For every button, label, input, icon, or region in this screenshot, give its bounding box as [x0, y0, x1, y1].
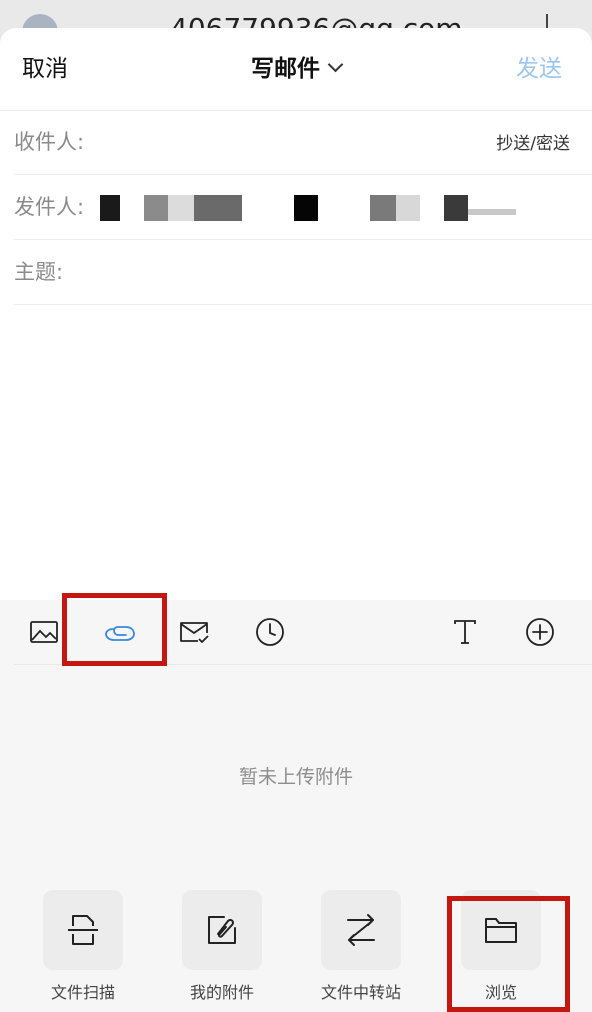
mail-check-icon[interactable] — [178, 616, 210, 648]
subject-label: 主题: — [14, 260, 64, 284]
redacted-block — [396, 195, 420, 221]
compose-header: 取消 写邮件 发送 — [0, 28, 592, 111]
compose-sheet: 取消 写邮件 发送 收件人: 抄送/密送 发件人: 主题: 暂未上传附件 文件扫… — [0, 28, 592, 1012]
text-format-icon[interactable] — [449, 616, 481, 648]
to-field[interactable]: 收件人: 抄送/密送 — [14, 110, 592, 175]
redacted-block — [444, 195, 468, 221]
transfer-icon — [347, 914, 375, 946]
from-field[interactable]: 发件人: — [14, 175, 592, 240]
empty-attachments-text: 暂未上传附件 — [238, 766, 353, 788]
compose-title-text: 写邮件 — [251, 56, 320, 82]
send-button[interactable]: 发送 — [516, 54, 562, 84]
redacted-block — [468, 209, 516, 215]
highlight-box-attachment — [62, 593, 167, 666]
image-icon[interactable] — [28, 616, 60, 648]
file-transfer-label: 文件中转站 — [320, 983, 401, 1002]
chevron-down-icon — [327, 56, 344, 73]
my-attachments-button[interactable] — [182, 890, 262, 970]
redacted-block — [194, 195, 242, 221]
file-scan-icon — [68, 915, 98, 945]
redacted-block — [370, 195, 396, 221]
redacted-block — [100, 195, 120, 221]
add-circle-icon[interactable] — [524, 616, 556, 648]
redacted-block — [168, 195, 194, 221]
file-scan-button[interactable] — [43, 890, 123, 970]
redacted-block — [294, 195, 318, 221]
to-label: 收件人: — [14, 130, 85, 154]
file-transfer-button[interactable] — [321, 890, 401, 970]
cc-bcc-button[interactable]: 抄送/密送 — [496, 132, 570, 156]
body-editor[interactable] — [0, 305, 592, 600]
redacted-block — [144, 195, 168, 221]
file-scan-label: 文件扫描 — [50, 983, 115, 1002]
my-attachment-icon — [208, 916, 236, 944]
compose-title[interactable]: 写邮件 — [0, 54, 592, 84]
my-attachments-label: 我的附件 — [189, 983, 254, 1002]
from-label: 发件人: — [14, 195, 85, 219]
subject-field[interactable]: 主题: — [14, 240, 592, 305]
highlight-box-browse — [447, 896, 570, 1012]
clock-icon[interactable] — [254, 616, 286, 648]
